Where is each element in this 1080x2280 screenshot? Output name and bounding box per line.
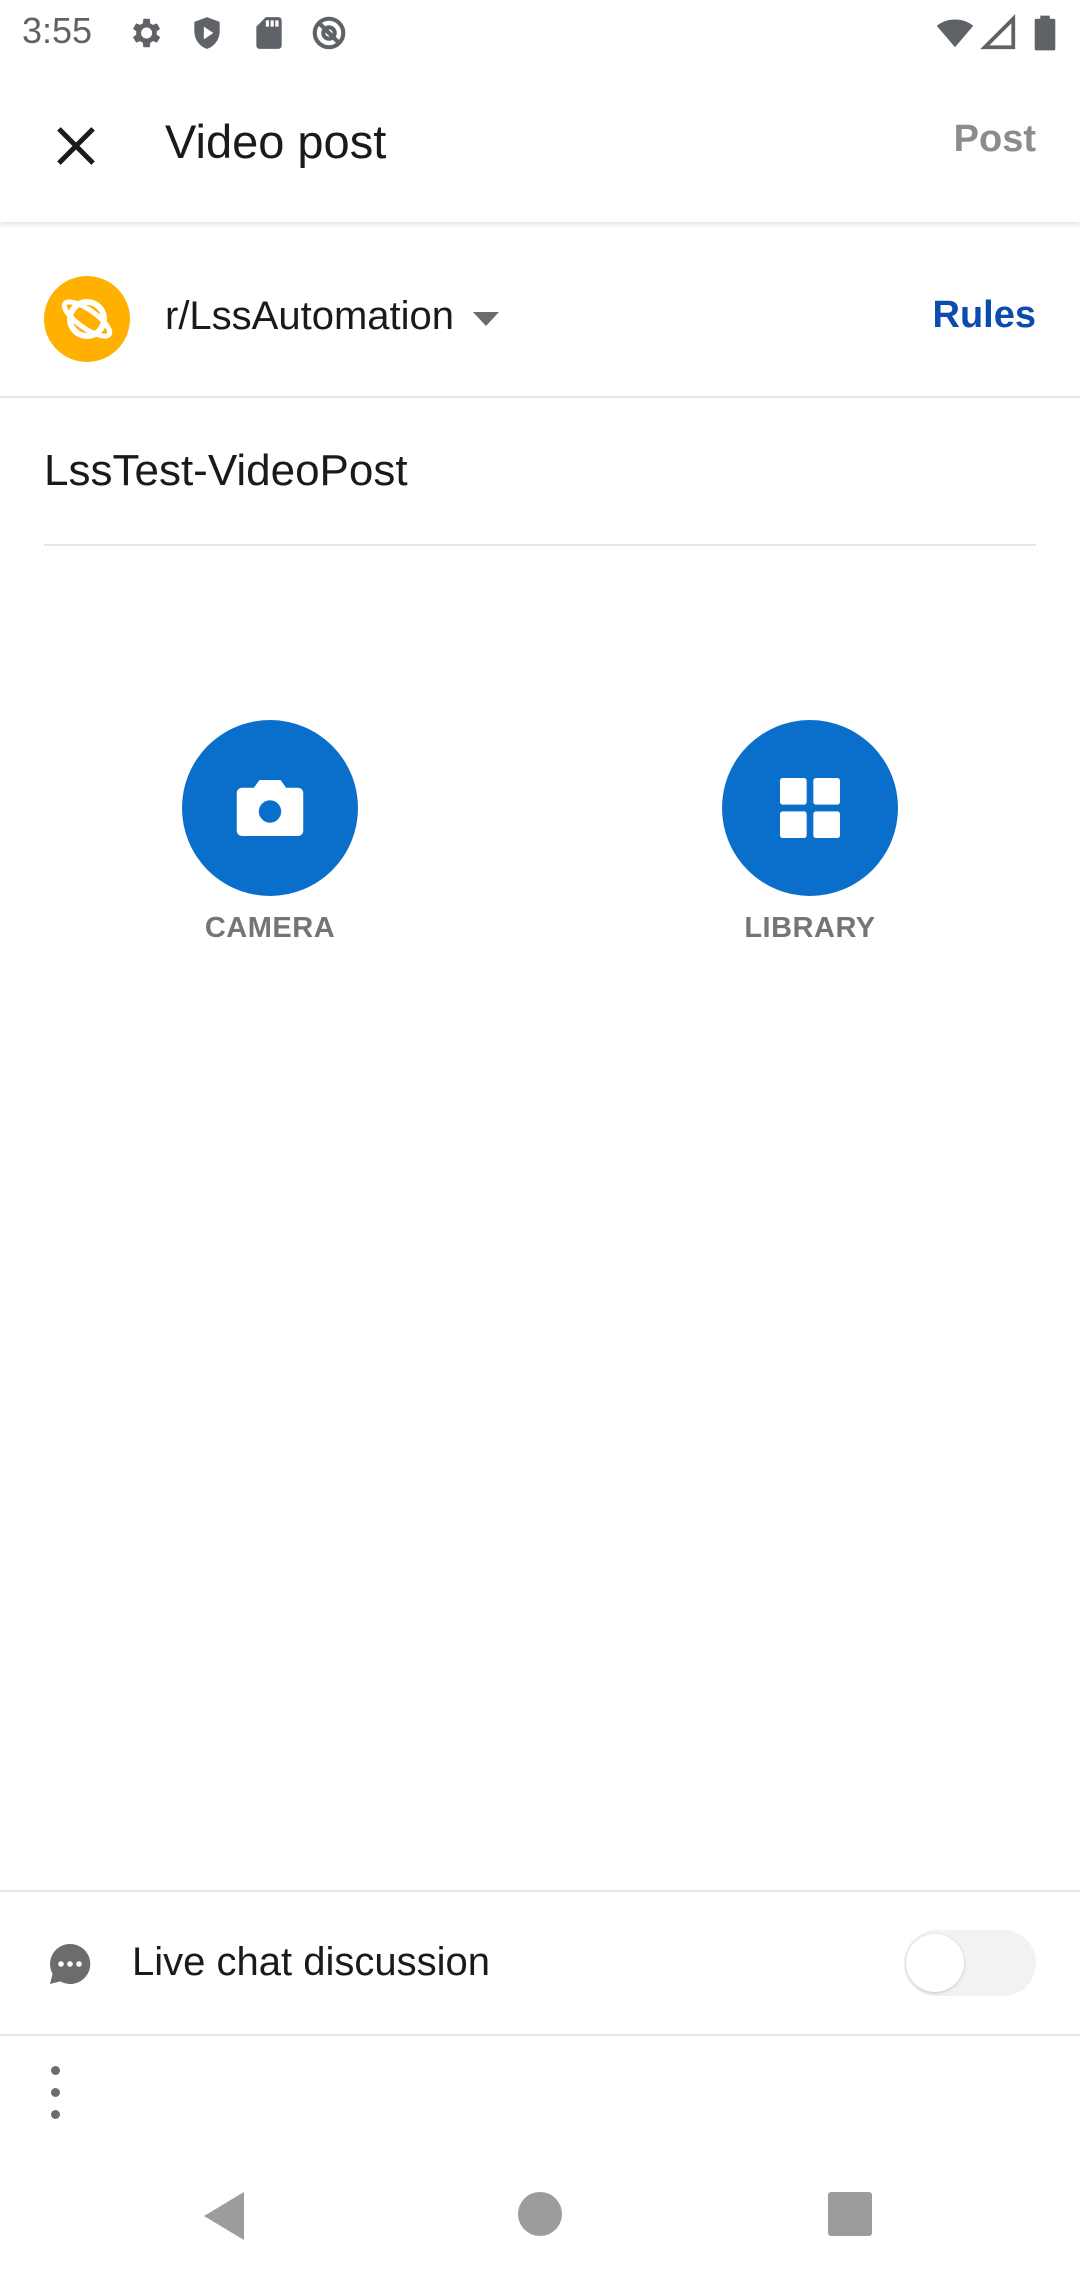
toggle-knob [906, 1934, 964, 1992]
system-nav-bar [0, 2160, 1080, 2280]
status-time: 3:55 [22, 10, 93, 51]
chevron-down-icon[interactable] [473, 312, 499, 326]
live-chat-toggle[interactable] [904, 1930, 1036, 1996]
post-button[interactable]: Post [954, 118, 1036, 161]
home-icon[interactable] [518, 2192, 562, 2236]
community-name[interactable]: r/LssAutomation [165, 294, 454, 339]
chat-bubble-icon [50, 1943, 91, 1984]
more-dot [51, 2066, 60, 2075]
back-icon[interactable] [204, 2192, 244, 2240]
sd-card-icon [256, 17, 282, 49]
camera-label: CAMERA [204, 912, 336, 944]
status-bar: 3:55 [0, 0, 1080, 66]
at-sign-icon [312, 16, 346, 50]
signal-icon [980, 14, 1016, 50]
shield-icon [194, 17, 220, 49]
library-button[interactable] [722, 720, 898, 896]
more-options-button[interactable] [30, 2058, 80, 2128]
close-icon [57, 127, 95, 165]
battery-icon [1034, 15, 1056, 51]
divider [0, 2034, 1080, 2036]
divider [0, 1890, 1080, 1892]
top-app-bar: Video post Post [0, 66, 1080, 222]
page-title: Video post [165, 115, 387, 168]
post-title-text: LssTest-VideoPost [44, 446, 408, 495]
post-title-field[interactable]: LssTest-VideoPost [44, 432, 1036, 546]
close-button[interactable] [40, 110, 112, 182]
camera-button[interactable] [182, 720, 358, 896]
community-avatar[interactable] [44, 276, 130, 362]
wifi-icon [936, 19, 974, 48]
camera-icon [236, 780, 304, 836]
grid-icon [780, 778, 840, 838]
rules-link[interactable]: Rules [933, 294, 1036, 337]
more-dot [51, 2110, 60, 2119]
settings-icon [132, 18, 161, 48]
live-chat-label: Live chat discussion [132, 1940, 490, 1984]
library-label: LIBRARY [744, 912, 876, 944]
recents-icon[interactable] [828, 2192, 872, 2236]
community-selector: r/LssAutomation Rules [0, 222, 1080, 398]
planet-icon [61, 299, 113, 339]
more-dot [51, 2088, 60, 2097]
